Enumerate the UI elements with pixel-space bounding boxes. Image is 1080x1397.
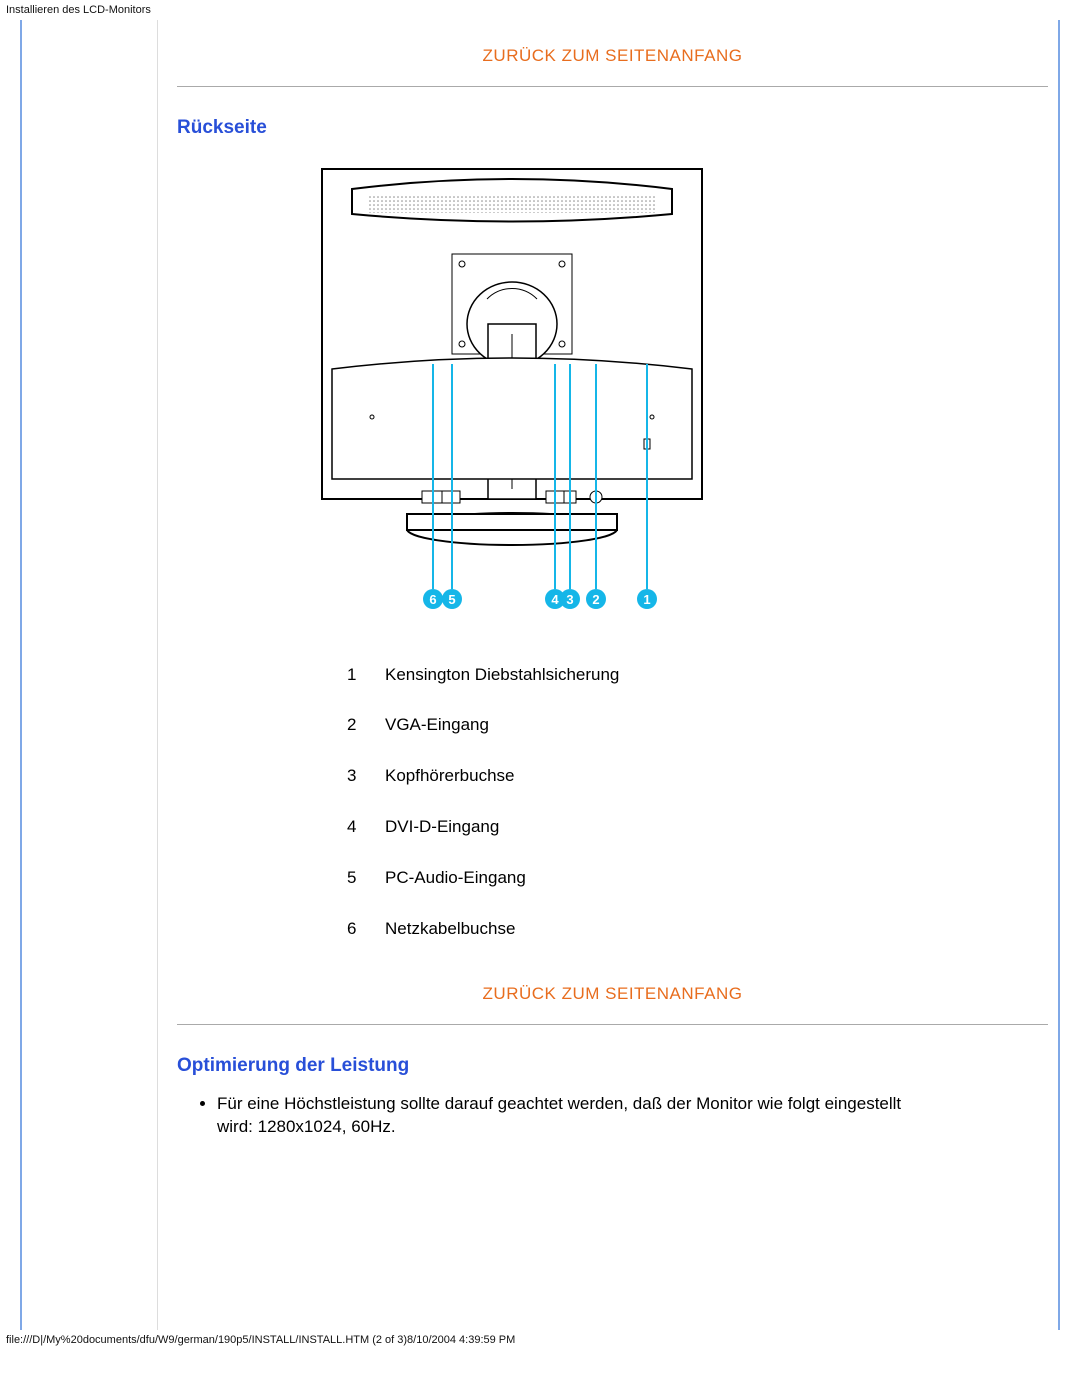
- back-to-top-link[interactable]: ZURÜCK ZUM SEITENANFANG: [483, 984, 743, 1003]
- legend-row: 4 DVI-D-Eingang: [347, 802, 629, 853]
- page-body: ZURÜCK ZUM SEITENANFANG Rückseite: [20, 20, 1060, 1330]
- legend-num: 1: [347, 650, 385, 701]
- back-to-top-row-2: ZURÜCK ZUM SEITENANFANG: [177, 983, 1048, 1006]
- legend-text: Netzkabelbuchse: [385, 904, 629, 955]
- left-gutter: [22, 20, 158, 1330]
- diagram-label-2: 2: [592, 592, 599, 607]
- monitor-rear-svg: 6 5 4 3 2 1: [312, 159, 712, 619]
- legend-row: 3 Kopfhörerbuchse: [347, 751, 629, 802]
- legend-text: VGA-Eingang: [385, 700, 629, 751]
- legend-num: 6: [347, 904, 385, 955]
- legend-row: 2 VGA-Eingang: [347, 700, 629, 751]
- optimize-list: Für eine Höchstleistung sollte darauf ge…: [217, 1093, 1048, 1139]
- legend-num: 3: [347, 751, 385, 802]
- back-to-top-link[interactable]: ZURÜCK ZUM SEITENANFANG: [483, 46, 743, 65]
- diagram-label-4: 4: [551, 592, 559, 607]
- divider: [177, 1024, 1048, 1025]
- content-column: ZURÜCK ZUM SEITENANFANG Rückseite: [177, 20, 1058, 1139]
- legend-row: 1 Kensington Diebstahlsicherung: [347, 650, 629, 701]
- optimize-heading: Optimierung der Leistung: [177, 1053, 1048, 1079]
- legend-num: 5: [347, 853, 385, 904]
- optimize-bullet: Für eine Höchstleistung sollte darauf ge…: [217, 1093, 937, 1139]
- diagram-label-6: 6: [429, 592, 436, 607]
- divider: [177, 86, 1048, 87]
- diagram-label-5: 5: [448, 592, 455, 607]
- page-footer-path: file:///D|/My%20documents/dfu/W9/german/…: [0, 1330, 1080, 1350]
- rear-view-diagram: 6 5 4 3 2 1: [312, 159, 1048, 626]
- legend-text: Kopfhörerbuchse: [385, 751, 629, 802]
- back-to-top-row-1: ZURÜCK ZUM SEITENANFANG: [177, 45, 1048, 68]
- legend-row: 5 PC-Audio-Eingang: [347, 853, 629, 904]
- legend-text: DVI-D-Eingang: [385, 802, 629, 853]
- legend-text: Kensington Diebstahlsicherung: [385, 650, 629, 701]
- callout-legend: 1 Kensington Diebstahlsicherung 2 VGA-Ei…: [347, 650, 629, 956]
- rear-view-heading: Rückseite: [177, 115, 1048, 141]
- legend-text: PC-Audio-Eingang: [385, 853, 629, 904]
- diagram-label-1: 1: [643, 592, 650, 607]
- diagram-label-3: 3: [566, 592, 573, 607]
- legend-row: 6 Netzkabelbuchse: [347, 904, 629, 955]
- legend-num: 2: [347, 700, 385, 751]
- legend-num: 4: [347, 802, 385, 853]
- page-header-title: Installieren des LCD-Monitors: [0, 0, 1080, 20]
